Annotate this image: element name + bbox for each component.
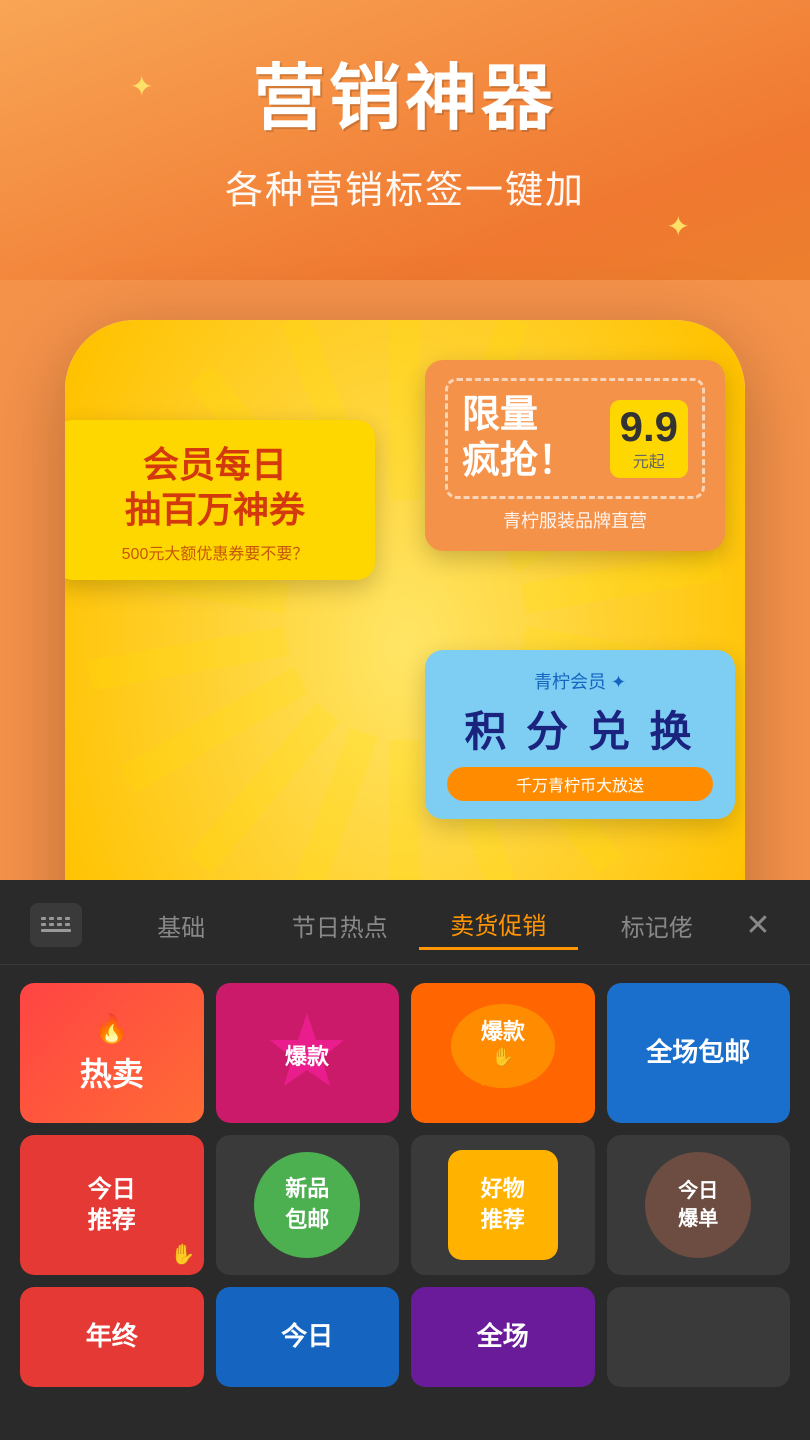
card-limited-line1: 限量 bbox=[462, 393, 576, 439]
bottom-toolbar: 基础 节日热点 卖货促销 标记佬 ✕ 🔥 热卖 爆款 bbox=[0, 880, 810, 1440]
card-limited-line2: 疯抢！ bbox=[462, 439, 576, 485]
card-member: 会员每日 抽百万神券 500元大额优惠券要不要？ bbox=[65, 420, 375, 580]
price-number: 9.9 bbox=[620, 406, 678, 448]
free-ship-label: 全场包邮 bbox=[646, 1036, 750, 1070]
card-limited: 限量 疯抢！ 9.9 元起 青柠服装品牌直营 bbox=[425, 360, 725, 551]
boom2-shape: 爆款 ✋ bbox=[448, 1001, 558, 1101]
tab-holiday[interactable]: 节日热点 bbox=[261, 902, 420, 949]
today-rec-label: 今日推荐 bbox=[88, 1174, 136, 1236]
main-title: 营销神器 bbox=[253, 60, 557, 139]
today3-label: 今日 bbox=[281, 1320, 333, 1354]
sticker-empty bbox=[607, 1287, 791, 1387]
yearend-label: 年终 bbox=[86, 1320, 138, 1354]
sticker-grid: 🔥 热卖 爆款 爆款 bbox=[0, 965, 810, 1405]
card-member-title1: 会员每日 bbox=[79, 442, 351, 487]
sticker-today-rec[interactable]: 今日推荐 ✋ bbox=[20, 1135, 204, 1275]
sticker-boom-2[interactable]: 爆款 ✋ bbox=[411, 983, 595, 1123]
svg-text:爆款: 爆款 bbox=[285, 1044, 330, 1069]
card-points-title: 积 分 兑 换 bbox=[447, 698, 713, 759]
tab-sales[interactable]: 卖货促销 bbox=[419, 900, 578, 950]
sticker-today-boom[interactable]: 今日爆单 bbox=[607, 1135, 791, 1275]
fire-icon: 🔥 bbox=[94, 1012, 129, 1045]
sparkle-icon-2: ✦ bbox=[667, 210, 690, 243]
toolbar-tabs: 基础 节日热点 卖货促销 标记佬 ✕ bbox=[0, 880, 810, 965]
sticker-new-mail[interactable]: 新品包邮 bbox=[216, 1135, 400, 1275]
card-limited-sub: 青柠服装品牌直营 bbox=[445, 507, 705, 533]
sticker-hot-sell[interactable]: 🔥 热卖 bbox=[20, 983, 204, 1123]
tab-mark[interactable]: 标记佬 bbox=[578, 902, 737, 949]
sparkle-icon-1: ✦ bbox=[130, 70, 153, 103]
card-points-badge: 千万青柠币大放送 bbox=[447, 767, 713, 801]
sticker-yearend[interactable]: 年终 bbox=[20, 1287, 204, 1387]
sticker-today3[interactable]: 今日 bbox=[216, 1287, 400, 1387]
sub-title: 各种营销标签一键加 bbox=[225, 159, 585, 214]
sticker-good-rec[interactable]: 好物推荐 bbox=[411, 1135, 595, 1275]
close-button[interactable]: ✕ bbox=[736, 903, 780, 947]
hot-sell-label: 热卖 bbox=[80, 1049, 144, 1095]
new-mail-label: 新品包邮 bbox=[285, 1174, 329, 1236]
allstore-label: 全场 bbox=[477, 1320, 529, 1354]
today-boom-label: 今日爆单 bbox=[678, 1177, 718, 1233]
card-points: 青柠会员 ✦ 积 分 兑 换 千万青柠币大放送 bbox=[425, 650, 735, 819]
card-member-sub: 500元大额优惠券要不要？ bbox=[79, 540, 351, 564]
sticker-allstore[interactable]: 全场 bbox=[411, 1287, 595, 1387]
keyboard-icon[interactable] bbox=[30, 903, 82, 947]
sticker-boom-1[interactable]: 爆款 bbox=[216, 983, 400, 1123]
svg-text:爆款: 爆款 bbox=[481, 1019, 526, 1044]
boom1-shape: 爆款 bbox=[262, 1008, 352, 1098]
card-points-top: 青柠会员 ✦ bbox=[447, 668, 713, 694]
sticker-free-ship[interactable]: 全场包邮 bbox=[607, 983, 791, 1123]
card-member-title2: 抽百万神券 bbox=[79, 487, 351, 532]
svg-text:✋: ✋ bbox=[492, 1046, 514, 1067]
good-rec-label: 好物推荐 bbox=[481, 1174, 525, 1236]
tab-basic[interactable]: 基础 bbox=[102, 902, 261, 949]
price-unit: 元起 bbox=[620, 448, 678, 472]
